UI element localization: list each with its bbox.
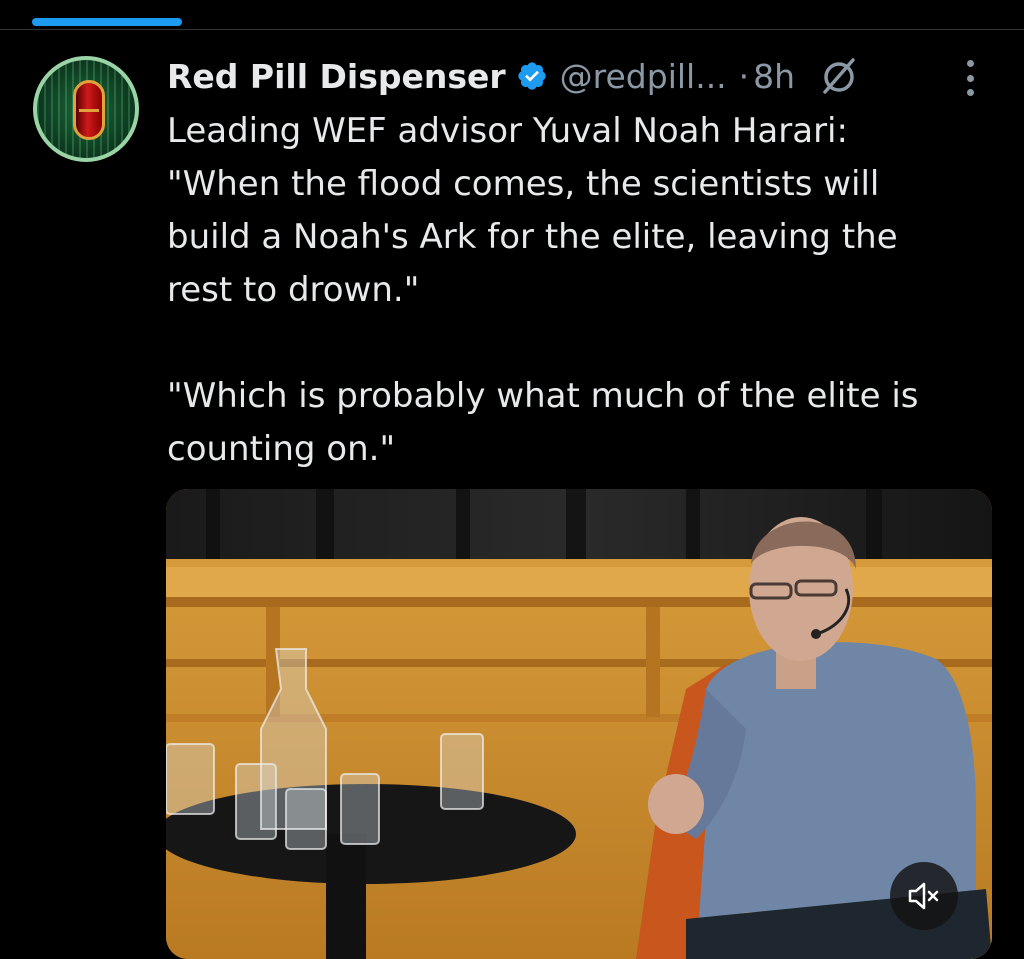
verified-badge-icon[interactable] bbox=[516, 60, 548, 92]
video-player[interactable] bbox=[166, 489, 992, 959]
red-pill-logo bbox=[73, 80, 105, 140]
separator-dot: · bbox=[738, 56, 750, 96]
top-divider bbox=[0, 29, 1024, 30]
tweet-header: Red Pill Dispenser @redpill... · 8h bbox=[167, 54, 861, 98]
tweet-text-line: rest to drown." bbox=[167, 270, 420, 310]
active-tab-indicator bbox=[32, 18, 182, 26]
mute-button[interactable] bbox=[890, 862, 958, 930]
muted-speaker-icon bbox=[908, 882, 939, 910]
avatar[interactable] bbox=[33, 56, 139, 162]
timestamp[interactable]: 8h bbox=[753, 57, 795, 96]
tweet-text-line: "When the flood comes, the scientists wi… bbox=[167, 164, 880, 204]
author-handle[interactable]: @redpill... bbox=[560, 57, 727, 96]
tweet-text-line: "Which is probably what much of the elit… bbox=[167, 376, 919, 416]
video-frame bbox=[166, 489, 992, 959]
tweet-text-line: Leading WEF advisor Yuval Noah Harari: bbox=[167, 111, 848, 151]
more-options-icon[interactable] bbox=[958, 60, 982, 96]
grok-icon[interactable] bbox=[817, 54, 861, 98]
tweet-text-line: counting on." bbox=[167, 429, 396, 469]
author-name[interactable]: Red Pill Dispenser bbox=[167, 57, 506, 96]
tweet-text: Leading WEF advisor Yuval Noah Harari: "… bbox=[167, 105, 987, 476]
tweet-text-line: build a Noah's Ark for the elite, leavin… bbox=[167, 217, 898, 257]
